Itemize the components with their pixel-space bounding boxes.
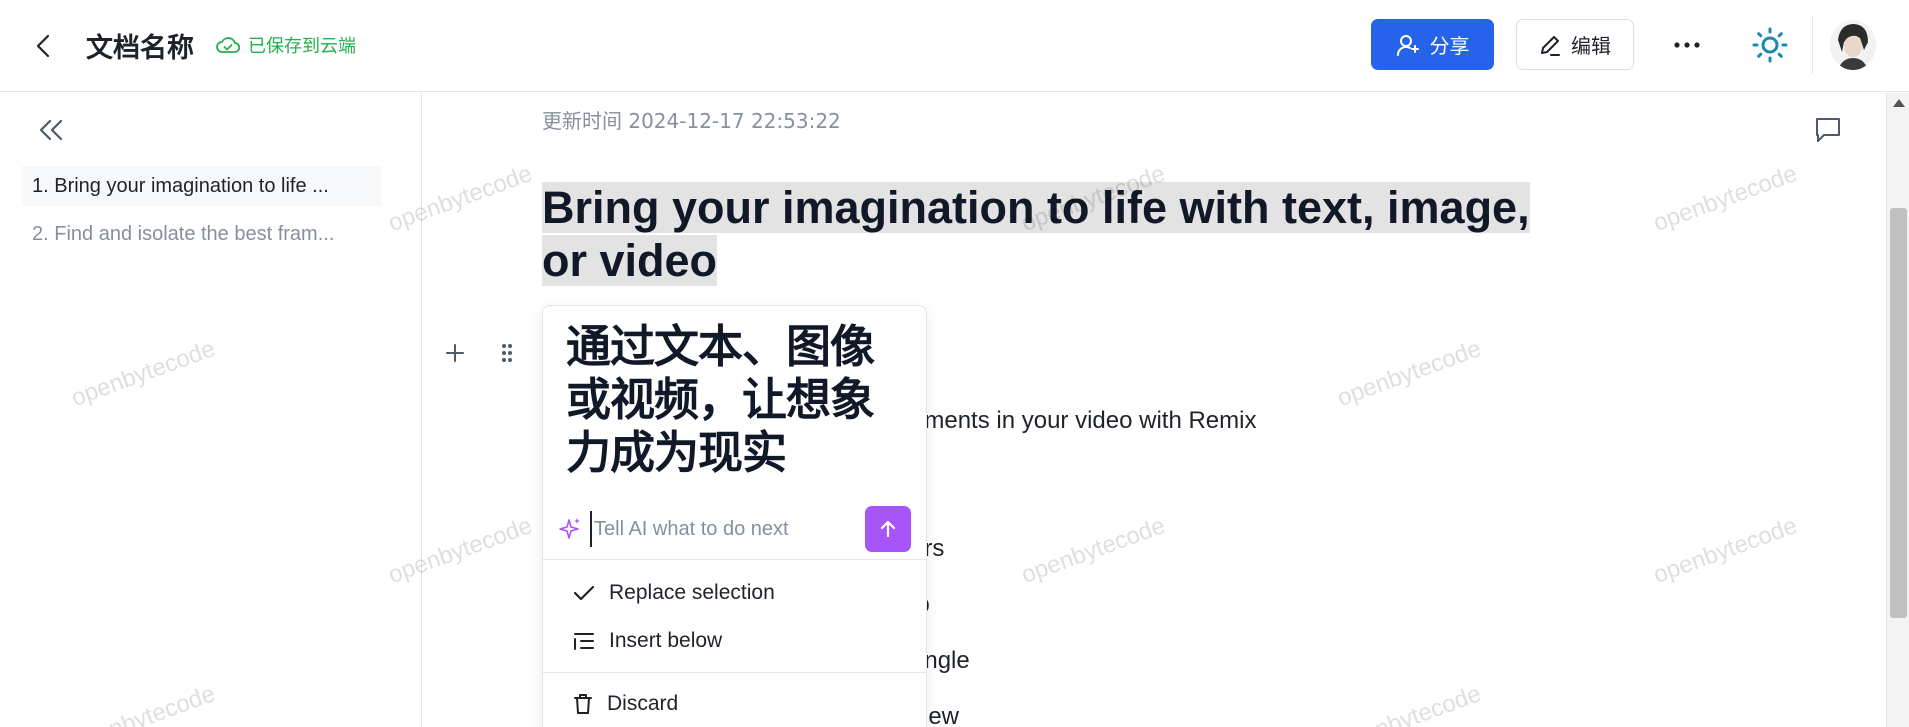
edit-button-label: 编辑 bbox=[1571, 34, 1611, 58]
scroll-up-arrow[interactable] bbox=[1893, 99, 1905, 107]
chevron-left-icon bbox=[36, 34, 50, 58]
ai-assistant-popup: 通过文本、图像或视频，让想象力成为现实 Replace selection In… bbox=[542, 305, 927, 727]
list-indent-icon bbox=[574, 633, 594, 650]
arrow-up-icon bbox=[880, 520, 896, 538]
cloud-check-icon bbox=[216, 37, 240, 53]
save-status-text: 已保存到云端 bbox=[248, 36, 356, 57]
edit-button[interactable]: 编辑 bbox=[1516, 19, 1634, 70]
update-time: 更新时间 2024-12-17 22:53:22 bbox=[542, 109, 841, 133]
add-block-button[interactable] bbox=[439, 337, 471, 369]
body-text-line: ements in your video with Remix bbox=[911, 407, 1257, 434]
replace-selection-label: Replace selection bbox=[609, 581, 775, 604]
share-user-icon bbox=[1396, 34, 1419, 56]
save-status: 已保存到云端 bbox=[216, 32, 356, 58]
ai-result-text: 通过文本、图像或视频，让想象力成为现实 bbox=[566, 320, 875, 479]
vertical-scrollbar[interactable] bbox=[1886, 93, 1909, 727]
ai-input-row bbox=[543, 498, 926, 560]
toc-item-1[interactable]: 1. Bring your imagination to life ... bbox=[22, 166, 382, 206]
drag-handle[interactable] bbox=[495, 337, 519, 369]
ai-menu-divider bbox=[543, 672, 926, 673]
document-heading[interactable]: Bring your imagination to life with text… bbox=[542, 181, 1542, 287]
theme-toggle-button[interactable] bbox=[1749, 24, 1791, 66]
ai-send-button[interactable] bbox=[865, 506, 911, 552]
heading-line-2: or video bbox=[542, 235, 718, 286]
outline-sidebar: 1. Bring your imagination to life ... 2.… bbox=[0, 93, 422, 727]
heading-line-1: Bring your imagination to life with text… bbox=[542, 182, 1530, 233]
comment-icon bbox=[1816, 118, 1840, 142]
collapse-sidebar-button[interactable] bbox=[36, 115, 66, 145]
toc-item-2[interactable]: 2. Find and isolate the best fram... bbox=[22, 214, 382, 254]
insert-below-option[interactable]: Insert below bbox=[543, 617, 926, 665]
more-options-button[interactable] bbox=[1667, 28, 1707, 62]
trash-icon bbox=[574, 694, 592, 714]
top-bar: 文档名称 已保存到云端 分享 编辑 bbox=[0, 0, 1909, 92]
share-button[interactable]: 分享 bbox=[1371, 19, 1494, 70]
discard-label: Discard bbox=[607, 692, 679, 715]
sun-icon bbox=[1752, 27, 1788, 63]
double-chevron-left-icon bbox=[39, 119, 63, 141]
user-avatar-icon bbox=[1830, 20, 1876, 70]
share-button-label: 分享 bbox=[1429, 34, 1470, 58]
plus-icon bbox=[446, 344, 464, 362]
drag-handle-icon bbox=[502, 344, 512, 362]
replace-selection-option[interactable]: Replace selection bbox=[543, 569, 926, 617]
scroll-thumb[interactable] bbox=[1890, 208, 1907, 618]
document-content: 更新时间 2024-12-17 22:53:22 Bring your imag… bbox=[423, 93, 1886, 727]
more-horizontal-icon bbox=[1674, 42, 1700, 48]
document-title: 文档名称 bbox=[86, 33, 194, 64]
back-button[interactable] bbox=[28, 28, 58, 64]
ai-prompt-input[interactable] bbox=[590, 511, 840, 547]
insert-below-label: Insert below bbox=[609, 629, 723, 652]
pencil-icon bbox=[1541, 35, 1560, 56]
avatar[interactable] bbox=[1830, 20, 1876, 70]
comment-button[interactable] bbox=[1811, 113, 1845, 147]
discard-option[interactable]: Discard bbox=[543, 680, 926, 727]
header-divider bbox=[1812, 16, 1813, 74]
check-icon bbox=[573, 585, 595, 601]
sparkle-icon bbox=[557, 515, 583, 543]
